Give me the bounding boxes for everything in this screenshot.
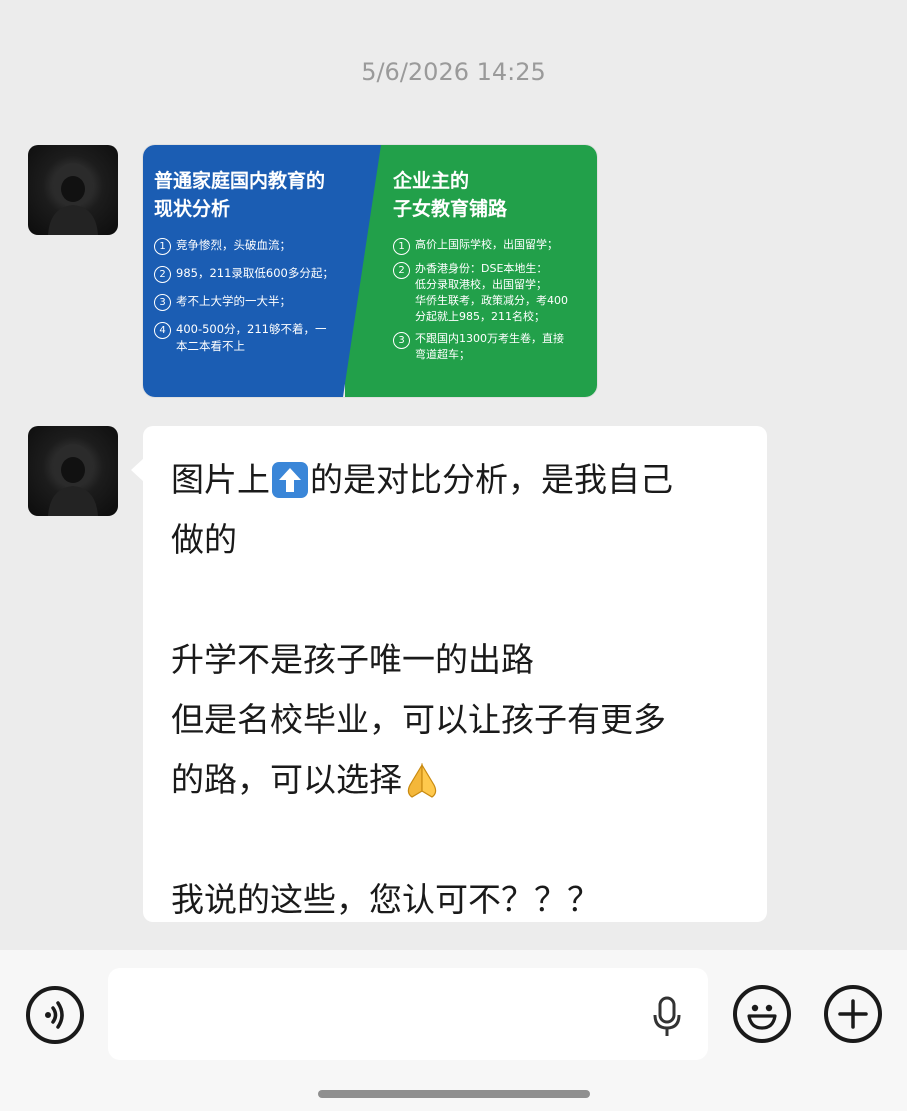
text-message-bubble[interactable]: 图片上 的是对比分析，是我自己 做的 升学不是孩子唯一的出路 但是名校毕业，可以… [143,426,767,922]
emoji-button[interactable] [733,985,791,1043]
microphone-icon[interactable] [650,995,684,1043]
voice-toggle-button[interactable] [26,986,84,1044]
praying-hands-emoji-icon [402,760,442,800]
more-actions-button[interactable] [824,985,882,1043]
voice-icon [45,1001,64,1029]
message-line: 的路，可以选择 [171,750,747,810]
home-indicator[interactable] [318,1090,590,1098]
emoji-icon [747,1004,777,1030]
sender-avatar[interactable] [28,426,118,516]
message-input[interactable] [108,968,708,1060]
image-message[interactable]: 普通家庭国内教育的 现状分析 1 竞争惨烈，头破血流； 2 985，211录取低… [143,145,597,397]
message-line: 图片上 的是对比分析，是我自己 [171,460,673,499]
panel-list-item: 2 办香港身份：DSE本地生： 低分录取港校，出国留学； 华侨生联考，政策减分，… [393,261,587,325]
plus-icon [838,999,868,1029]
panel-title: 普通家庭国内教育的 现状分析 [154,170,326,220]
comparison-panel-right: 企业主的 子女教育铺路 1 高价上国际学校，出国留学； 2 办香港身份：DSE本… [345,145,597,397]
panel-list-item: 2 985，211录取低600多分起； [154,265,371,283]
panel-title: 企业主的 子女教育铺路 [393,170,508,220]
panel-list-item: 1 高价上国际学校，出国留学； [393,237,587,255]
message-line: 做的 [171,520,237,559]
up-arrow-emoji-icon [272,462,308,498]
comparison-panel-left: 普通家庭国内教育的 现状分析 1 竞争惨烈，头破血流； 2 985，211录取低… [143,145,381,397]
message-line: 我说的这些，您认可不？？？ [171,880,600,919]
sender-avatar[interactable] [28,145,118,235]
panel-list-item: 1 竞争惨烈，头破血流； [154,237,371,255]
message-line: 但是名校毕业，可以让孩子有更多 [171,700,666,739]
message-line: 升学不是孩子唯一的出路 [171,640,534,679]
panel-list-item: 3 不跟国内1300万考生卷，直接 弯道超车； [393,331,587,363]
panel-list-item: 4 400-500分，211够不着，一 本二本看不上 [154,321,371,355]
message-timestamp: 5/6/2026 14:25 [361,58,546,86]
panel-list-item: 3 考不上大学的一大半； [154,293,371,311]
